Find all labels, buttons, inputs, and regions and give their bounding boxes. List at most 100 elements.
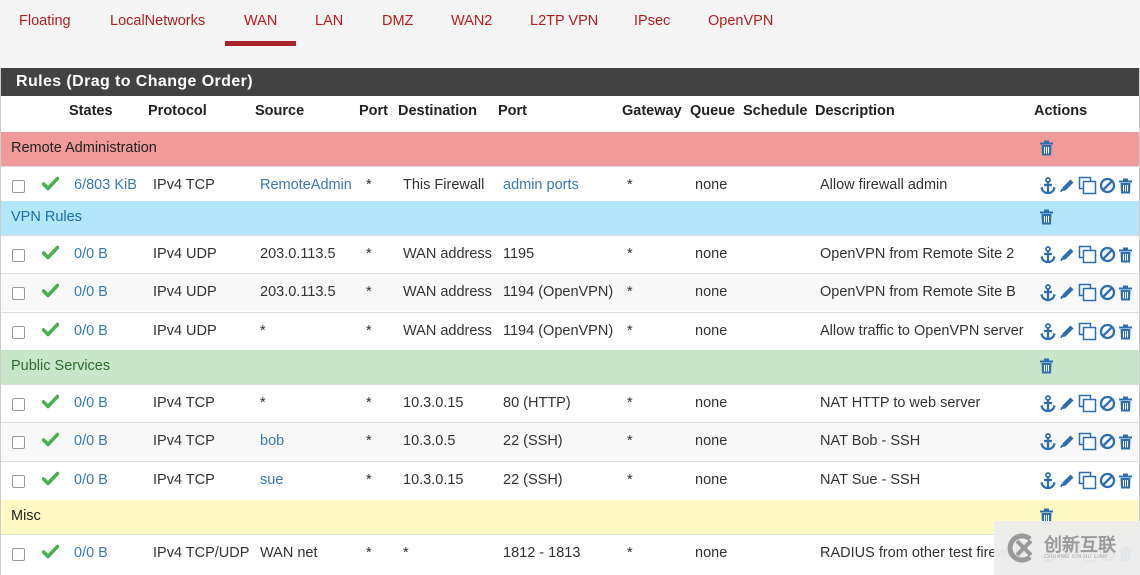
rule-select-checkbox[interactable]	[12, 475, 25, 488]
check-icon	[41, 394, 60, 412]
rule-states[interactable]: 0/0 B	[74, 545, 108, 561]
rule-states[interactable]: 6/803 KiB	[74, 177, 137, 193]
table-row[interactable]: 0/0 B IPv4 UDP 203.0.113.5 * WAN address 1195…	[1, 235, 1139, 273]
rule-states[interactable]: 0/0 B	[74, 433, 108, 449]
tab-l2tp-vpn[interactable]: L2TP VPN	[530, 13, 598, 29]
ban-icon[interactable]	[1099, 177, 1116, 194]
pencil-icon[interactable]	[1059, 246, 1076, 263]
col-actions: Actions	[1034, 103, 1088, 119]
pencil-icon[interactable]	[1059, 472, 1076, 489]
tab-dmz[interactable]: DMZ	[382, 13, 413, 29]
rule-source[interactable]: bob	[260, 433, 284, 449]
rule-dest-port: 1194 (OpenVPN)	[503, 284, 614, 300]
copy-icon[interactable]	[1078, 176, 1097, 195]
rule-select-checkbox[interactable]	[12, 180, 25, 193]
trash-icon[interactable]	[1118, 285, 1133, 301]
trash-icon[interactable]	[1118, 473, 1133, 489]
rule-source-port: *	[366, 284, 372, 300]
rule-states[interactable]: 0/0 B	[74, 395, 108, 411]
pencil-icon[interactable]	[1059, 284, 1076, 301]
copy-icon[interactable]	[1078, 283, 1097, 302]
rule-gateway: *	[627, 433, 633, 449]
copy-icon[interactable]	[1078, 322, 1097, 341]
rule-source[interactable]: sue	[260, 472, 283, 488]
rule-select-checkbox[interactable]	[12, 326, 25, 339]
pencil-icon[interactable]	[1059, 433, 1076, 450]
check-icon	[41, 176, 60, 194]
ban-icon[interactable]	[1099, 323, 1116, 340]
col-destination: Destination	[398, 103, 477, 119]
rule-source-port: *	[366, 433, 372, 449]
ban-icon[interactable]	[1099, 472, 1116, 489]
trash-icon[interactable]	[1118, 178, 1133, 194]
anchor-icon[interactable]	[1039, 176, 1057, 195]
separator-row[interactable]: Remote Administration	[1, 132, 1139, 166]
tab-floating[interactable]: Floating	[19, 13, 71, 29]
rule-dest-port[interactable]: admin ports	[503, 177, 579, 193]
ban-icon[interactable]	[1099, 246, 1116, 263]
rule-select-checkbox[interactable]	[12, 249, 25, 262]
trash-icon[interactable]	[1118, 247, 1133, 263]
trash-icon[interactable]	[1118, 396, 1133, 412]
copy-icon[interactable]	[1078, 394, 1097, 413]
rule-queue: none	[695, 246, 728, 262]
tab-wan2[interactable]: WAN2	[451, 13, 492, 29]
rule-states[interactable]: 0/0 B	[74, 472, 108, 488]
rule-source-port: *	[366, 323, 372, 339]
rule-destination: 10.3.0.5	[403, 433, 456, 449]
trash-icon[interactable]	[1039, 209, 1054, 228]
rule-states[interactable]: 0/0 B	[74, 323, 108, 339]
rule-actions	[1039, 394, 1133, 413]
anchor-icon[interactable]	[1039, 394, 1057, 413]
tab-lan[interactable]: LAN	[315, 13, 343, 29]
pencil-icon[interactable]	[1059, 177, 1076, 194]
table-row[interactable]: 0/0 B IPv4 TCP sue * 10.3.0.15 22 (SSH) * none N…	[1, 461, 1139, 499]
rule-select-checkbox[interactable]	[12, 548, 25, 561]
ban-icon[interactable]	[1099, 284, 1116, 301]
trash-icon[interactable]	[1118, 434, 1133, 450]
ban-icon[interactable]	[1099, 433, 1116, 450]
table-row[interactable]: 6/803 KiB IPv4 TCP RemoteAdmin * This Firewa…	[1, 166, 1139, 204]
anchor-icon[interactable]	[1039, 322, 1057, 341]
check-icon	[41, 544, 60, 562]
table-row[interactable]: 0/0 B IPv4 UDP * * WAN address 1194 (OpenVPN)…	[1, 312, 1139, 350]
copy-icon[interactable]	[1078, 471, 1097, 490]
ban-icon[interactable]	[1099, 395, 1116, 412]
rule-select-checkbox[interactable]	[12, 287, 25, 300]
table-row[interactable]: 0/0 B IPv4 TCP bob * 10.3.0.5 22 (SSH) * none NA…	[1, 422, 1139, 460]
tab-openvpn[interactable]: OpenVPN	[708, 13, 773, 29]
pencil-icon[interactable]	[1059, 395, 1076, 412]
anchor-icon[interactable]	[1039, 471, 1057, 490]
rule-select-checkbox[interactable]	[12, 398, 25, 411]
trash-icon[interactable]	[1039, 140, 1054, 159]
tab-wan[interactable]: WAN	[224, 13, 297, 46]
rule-actions	[1039, 322, 1133, 341]
pencil-icon[interactable]	[1059, 323, 1076, 340]
rule-source[interactable]: RemoteAdmin	[260, 177, 352, 193]
copy-icon[interactable]	[1078, 245, 1097, 264]
anchor-icon[interactable]	[1039, 432, 1057, 451]
tab-ipsec[interactable]: IPsec	[634, 13, 670, 29]
rule-states[interactable]: 0/0 B	[74, 246, 108, 262]
table-row[interactable]: 0/0 B IPv4 TCP/UDP WAN net * * 1812 - 1813 * no…	[1, 534, 1139, 572]
rule-select-checkbox[interactable]	[12, 436, 25, 449]
trash-icon[interactable]	[1118, 324, 1133, 340]
rule-queue: none	[695, 395, 728, 411]
watermark-text: 创新互联	[1044, 535, 1116, 555]
rule-actions	[1039, 432, 1133, 451]
trash-icon[interactable]	[1039, 358, 1054, 377]
separator-row[interactable]: VPN Rules	[1, 201, 1139, 235]
anchor-icon[interactable]	[1039, 283, 1057, 302]
col-gateway: Gateway	[622, 103, 682, 119]
table-row[interactable]: 0/0 B IPv4 TCP * * 10.3.0.15 80 (HTTP) * none NA…	[1, 384, 1139, 422]
anchor-icon[interactable]	[1039, 245, 1057, 264]
rule-queue: none	[695, 284, 728, 300]
separator-row[interactable]: Public Services	[1, 350, 1139, 384]
separator-title: Public Services	[11, 358, 111, 374]
tab-localnetworks[interactable]: LocalNetworks	[110, 13, 205, 29]
table-row[interactable]: 0/0 B IPv4 UDP 203.0.113.5 * WAN address 1194…	[1, 273, 1139, 311]
rule-queue: none	[695, 545, 728, 561]
separator-row[interactable]: Misc	[1, 500, 1139, 534]
rule-states[interactable]: 0/0 B	[74, 284, 108, 300]
copy-icon[interactable]	[1078, 432, 1097, 451]
